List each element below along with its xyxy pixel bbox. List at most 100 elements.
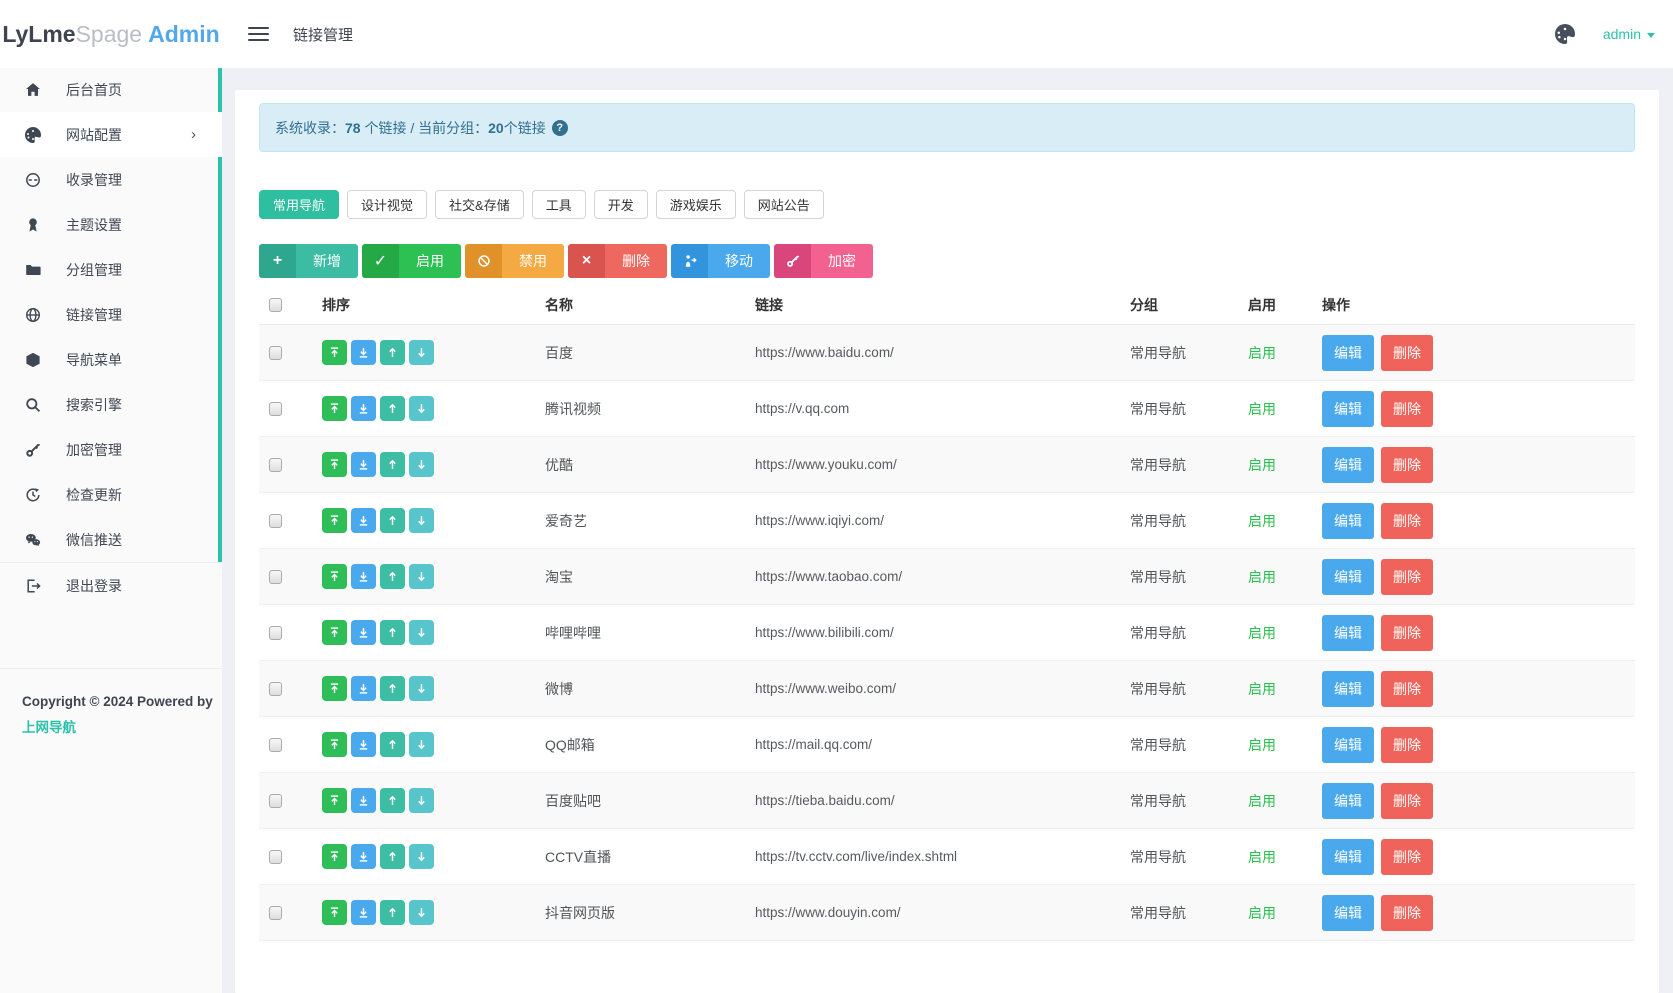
sort-top-button[interactable] (322, 340, 347, 365)
sort-down-button[interactable] (409, 900, 434, 925)
row-checkbox[interactable] (269, 850, 282, 864)
sort-down-button[interactable] (409, 452, 434, 477)
delete-button[interactable]: 删除 (1381, 335, 1433, 371)
sort-up-button[interactable] (380, 452, 405, 477)
tab-tools[interactable]: 工具 (532, 190, 586, 219)
sort-top-button[interactable] (322, 452, 347, 477)
sort-top-button[interactable] (322, 620, 347, 645)
sort-up-button[interactable] (380, 396, 405, 421)
tab-site-notice[interactable]: 网站公告 (744, 190, 824, 219)
bulk-delete-button[interactable]: × 删除 (568, 244, 667, 278)
edit-button[interactable]: 编辑 (1322, 391, 1374, 427)
row-checkbox[interactable] (269, 570, 282, 584)
sort-bottom-button[interactable] (351, 452, 376, 477)
sidebar-item-collection[interactable]: 收录管理 (0, 157, 222, 202)
row-checkbox[interactable] (269, 458, 282, 472)
sidebar-item-search-engine[interactable]: 搜索引擎 (0, 382, 222, 427)
sort-down-button[interactable] (409, 564, 434, 589)
select-all-checkbox[interactable] (269, 298, 282, 312)
sort-down-button[interactable] (409, 788, 434, 813)
move-button[interactable]: 移动 (671, 244, 770, 278)
row-checkbox[interactable] (269, 346, 282, 360)
sort-top-button[interactable] (322, 508, 347, 533)
sort-down-button[interactable] (409, 844, 434, 869)
edit-button[interactable]: 编辑 (1322, 335, 1374, 371)
edit-button[interactable]: 编辑 (1322, 839, 1374, 875)
row-checkbox[interactable] (269, 906, 282, 920)
sort-down-button[interactable] (409, 396, 434, 421)
sort-top-button[interactable] (322, 900, 347, 925)
sort-bottom-button[interactable] (351, 564, 376, 589)
add-button[interactable]: + 新增 (259, 244, 358, 278)
sort-up-button[interactable] (380, 508, 405, 533)
sort-bottom-button[interactable] (351, 396, 376, 421)
sidebar-item-check-update[interactable]: 检查更新 (0, 472, 222, 517)
edit-button[interactable]: 编辑 (1322, 559, 1374, 595)
question-circle-icon[interactable]: ? (552, 120, 568, 136)
edit-button[interactable]: 编辑 (1322, 895, 1374, 931)
delete-button[interactable]: 删除 (1381, 783, 1433, 819)
sort-top-button[interactable] (322, 844, 347, 869)
sidebar-item-links[interactable]: 链接管理 (0, 292, 222, 337)
sort-up-button[interactable] (380, 900, 405, 925)
delete-button[interactable]: 删除 (1381, 671, 1433, 707)
user-dropdown[interactable]: admin (1603, 26, 1655, 42)
disable-button[interactable]: 禁用 (465, 244, 564, 278)
sort-bottom-button[interactable] (351, 508, 376, 533)
delete-button[interactable]: 删除 (1381, 447, 1433, 483)
hamburger-menu-icon[interactable] (248, 23, 269, 45)
sort-bottom-button[interactable] (351, 732, 376, 757)
sort-bottom-button[interactable] (351, 676, 376, 701)
sort-down-button[interactable] (409, 508, 434, 533)
sidebar-item-nav-menu[interactable]: 导航菜单 (0, 337, 222, 382)
delete-button[interactable]: 删除 (1381, 727, 1433, 763)
edit-button[interactable]: 编辑 (1322, 447, 1374, 483)
sort-up-button[interactable] (380, 732, 405, 757)
delete-button[interactable]: 删除 (1381, 559, 1433, 595)
delete-button[interactable]: 删除 (1381, 503, 1433, 539)
tab-dev[interactable]: 开发 (594, 190, 648, 219)
sort-top-button[interactable] (322, 396, 347, 421)
delete-button[interactable]: 删除 (1381, 615, 1433, 651)
row-checkbox[interactable] (269, 514, 282, 528)
edit-button[interactable]: 编辑 (1322, 783, 1374, 819)
theme-palette-icon[interactable] (1555, 24, 1575, 44)
sidebar-item-encryption[interactable]: 加密管理 (0, 427, 222, 472)
edit-button[interactable]: 编辑 (1322, 615, 1374, 651)
sidebar-item-logout[interactable]: 退出登录 (0, 562, 222, 608)
tab-games[interactable]: 游戏娱乐 (656, 190, 736, 219)
sort-bottom-button[interactable] (351, 340, 376, 365)
sort-up-button[interactable] (380, 676, 405, 701)
tab-social-storage[interactable]: 社交&存储 (435, 190, 524, 219)
sort-up-button[interactable] (380, 844, 405, 869)
encrypt-button[interactable]: 加密 (774, 244, 873, 278)
sort-up-button[interactable] (380, 340, 405, 365)
sort-top-button[interactable] (322, 732, 347, 757)
sidebar-scrollbar[interactable] (218, 68, 222, 112)
tab-common-nav[interactable]: 常用导航 (259, 190, 339, 219)
sort-up-button[interactable] (380, 788, 405, 813)
sort-down-button[interactable] (409, 620, 434, 645)
sidebar-scrollbar[interactable] (218, 157, 222, 562)
sort-down-button[interactable] (409, 340, 434, 365)
row-checkbox[interactable] (269, 738, 282, 752)
tab-design-visual[interactable]: 设计视觉 (347, 190, 427, 219)
sort-down-button[interactable] (409, 732, 434, 757)
row-checkbox[interactable] (269, 682, 282, 696)
sort-up-button[interactable] (380, 564, 405, 589)
sort-top-button[interactable] (322, 564, 347, 589)
sort-up-button[interactable] (380, 620, 405, 645)
row-checkbox[interactable] (269, 402, 282, 416)
edit-button[interactable]: 编辑 (1322, 727, 1374, 763)
sort-top-button[interactable] (322, 788, 347, 813)
edit-button[interactable]: 编辑 (1322, 503, 1374, 539)
sort-bottom-button[interactable] (351, 788, 376, 813)
delete-button[interactable]: 删除 (1381, 391, 1433, 427)
sidebar-item-dashboard[interactable]: 后台首页 (0, 67, 222, 112)
row-checkbox[interactable] (269, 626, 282, 640)
copyright-link[interactable]: 上网导航 (22, 720, 76, 736)
enable-button[interactable]: ✓ 启用 (362, 244, 461, 278)
sort-bottom-button[interactable] (351, 620, 376, 645)
sort-bottom-button[interactable] (351, 900, 376, 925)
sidebar-item-theme[interactable]: 主题设置 (0, 202, 222, 247)
